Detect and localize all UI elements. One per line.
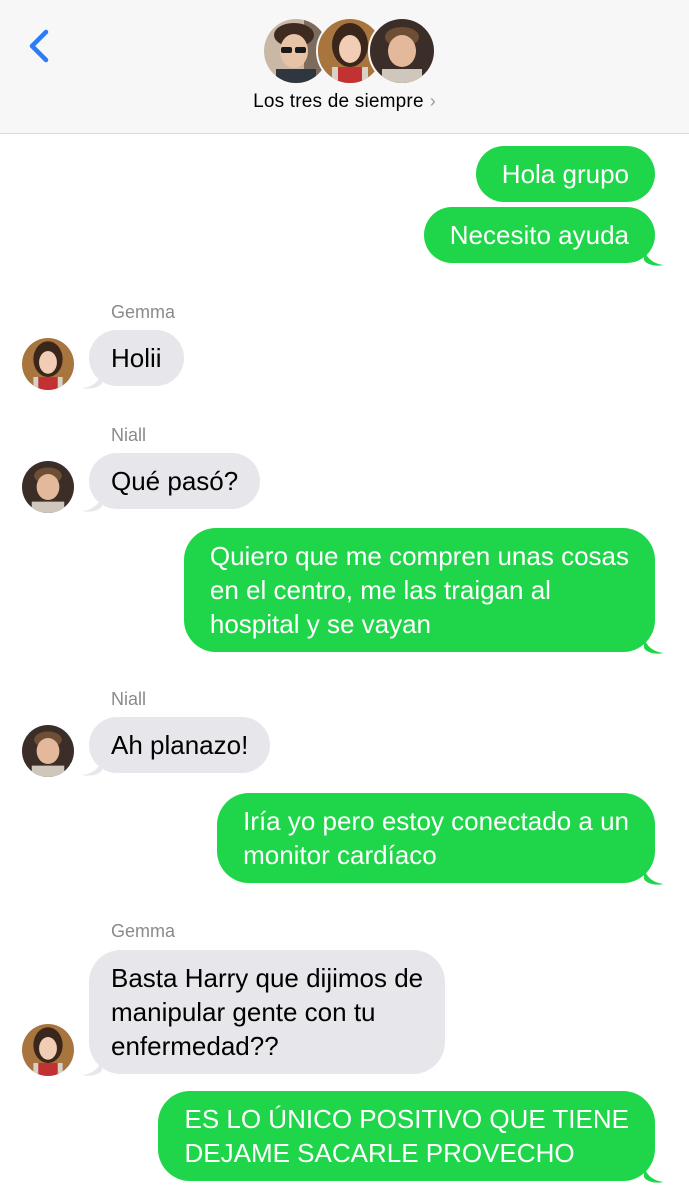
chevron-right-icon: › xyxy=(429,91,436,111)
bubble-tail xyxy=(82,1056,102,1076)
back-button[interactable] xyxy=(20,24,60,68)
avatar xyxy=(22,338,74,390)
chevron-left-icon xyxy=(29,29,49,63)
bubble-tail xyxy=(82,756,102,776)
sender-name: Niall xyxy=(111,689,147,709)
bubble-tail xyxy=(82,492,102,512)
bubble-tail xyxy=(644,634,664,654)
outgoing-message[interactable]: Hola grupo xyxy=(475,146,655,202)
outgoing-message[interactable]: Necesito ayuda xyxy=(423,207,655,263)
bubble-tail xyxy=(644,1163,664,1183)
bubble-tail xyxy=(644,246,664,266)
sender-name: Niall xyxy=(111,425,147,445)
sender-name: Gemma xyxy=(111,302,176,322)
group-name: Los tres de siempre xyxy=(253,91,424,112)
avatar xyxy=(368,17,436,85)
group-title[interactable]: Los tres de siempre › xyxy=(0,91,689,113)
avatar xyxy=(22,461,74,513)
outgoing-message[interactable]: Quiero que me compren unas cosas en el c… xyxy=(183,528,655,652)
incoming-message[interactable]: Ah planazo! xyxy=(89,717,271,773)
bubble-tail xyxy=(82,369,102,389)
incoming-message[interactable]: Qué pasó? xyxy=(89,453,261,509)
bubble-tail xyxy=(644,865,664,885)
incoming-message[interactable]: Basta Harry que dijimos de manipular gen… xyxy=(89,950,446,1074)
avatar xyxy=(22,1024,74,1076)
outgoing-message[interactable]: ES LO ÚNICO POSITIVO QUE TIENE DEJAME SA… xyxy=(158,1091,655,1181)
incoming-message[interactable]: Holii xyxy=(89,330,184,386)
sender-name: Gemma xyxy=(111,921,176,941)
group-avatars[interactable] xyxy=(262,17,436,85)
conversation-header: Los tres de siempre › xyxy=(0,0,689,134)
avatar xyxy=(22,725,74,777)
outgoing-message[interactable]: Iría yo pero estoy conectado a un monito… xyxy=(217,793,655,883)
